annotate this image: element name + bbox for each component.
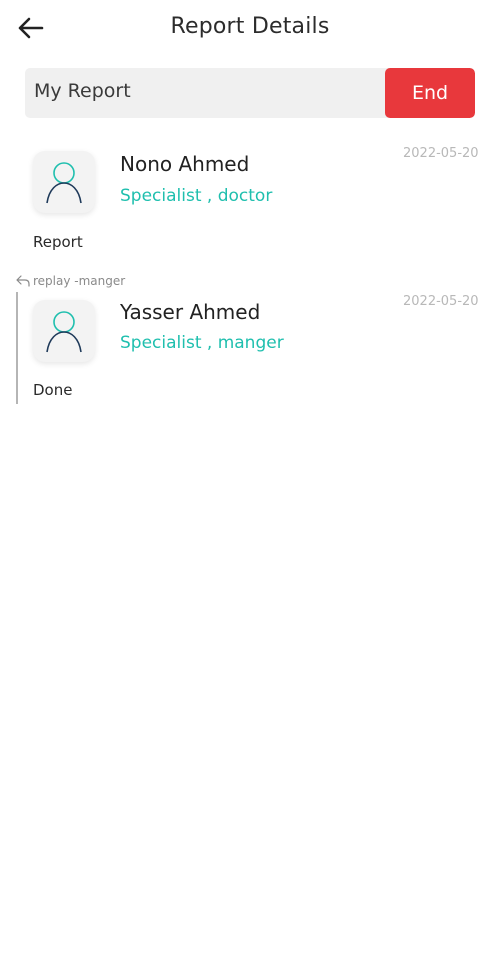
person-name: Nono Ahmed — [120, 152, 250, 176]
user-avatar-icon — [46, 311, 82, 353]
report-bar: My Report End — [25, 68, 475, 118]
avatar — [33, 151, 95, 213]
person-name: Yasser Ahmed — [120, 300, 261, 324]
reply-label: replay -manger — [16, 273, 125, 289]
avatar — [33, 300, 95, 362]
page-title: Report Details — [170, 14, 330, 39]
user-avatar-icon — [46, 162, 82, 204]
reply-entry: Yasser Ahmed Specialist , manger 2022-05… — [0, 290, 480, 410]
entry-date: 2022-05-20 — [403, 294, 479, 309]
report-details-screen: Report Details My Report End Nono Ahmed … — [0, 0, 500, 976]
report-name: My Report — [34, 80, 131, 102]
end-report-button[interactable]: End — [385, 68, 475, 118]
report-entry: Nono Ahmed Specialist , doctor 2022-05-2… — [0, 140, 480, 260]
header: Report Details — [0, 0, 500, 56]
reply-label-text: replay -manger — [33, 274, 126, 288]
person-role: Specialist , doctor — [120, 186, 273, 206]
entry-date: 2022-05-20 — [403, 146, 479, 161]
reply-icon — [16, 275, 30, 287]
person-role: Specialist , manger — [120, 333, 284, 353]
entry-text: Report — [33, 233, 83, 251]
entry-text: Done — [33, 381, 73, 399]
